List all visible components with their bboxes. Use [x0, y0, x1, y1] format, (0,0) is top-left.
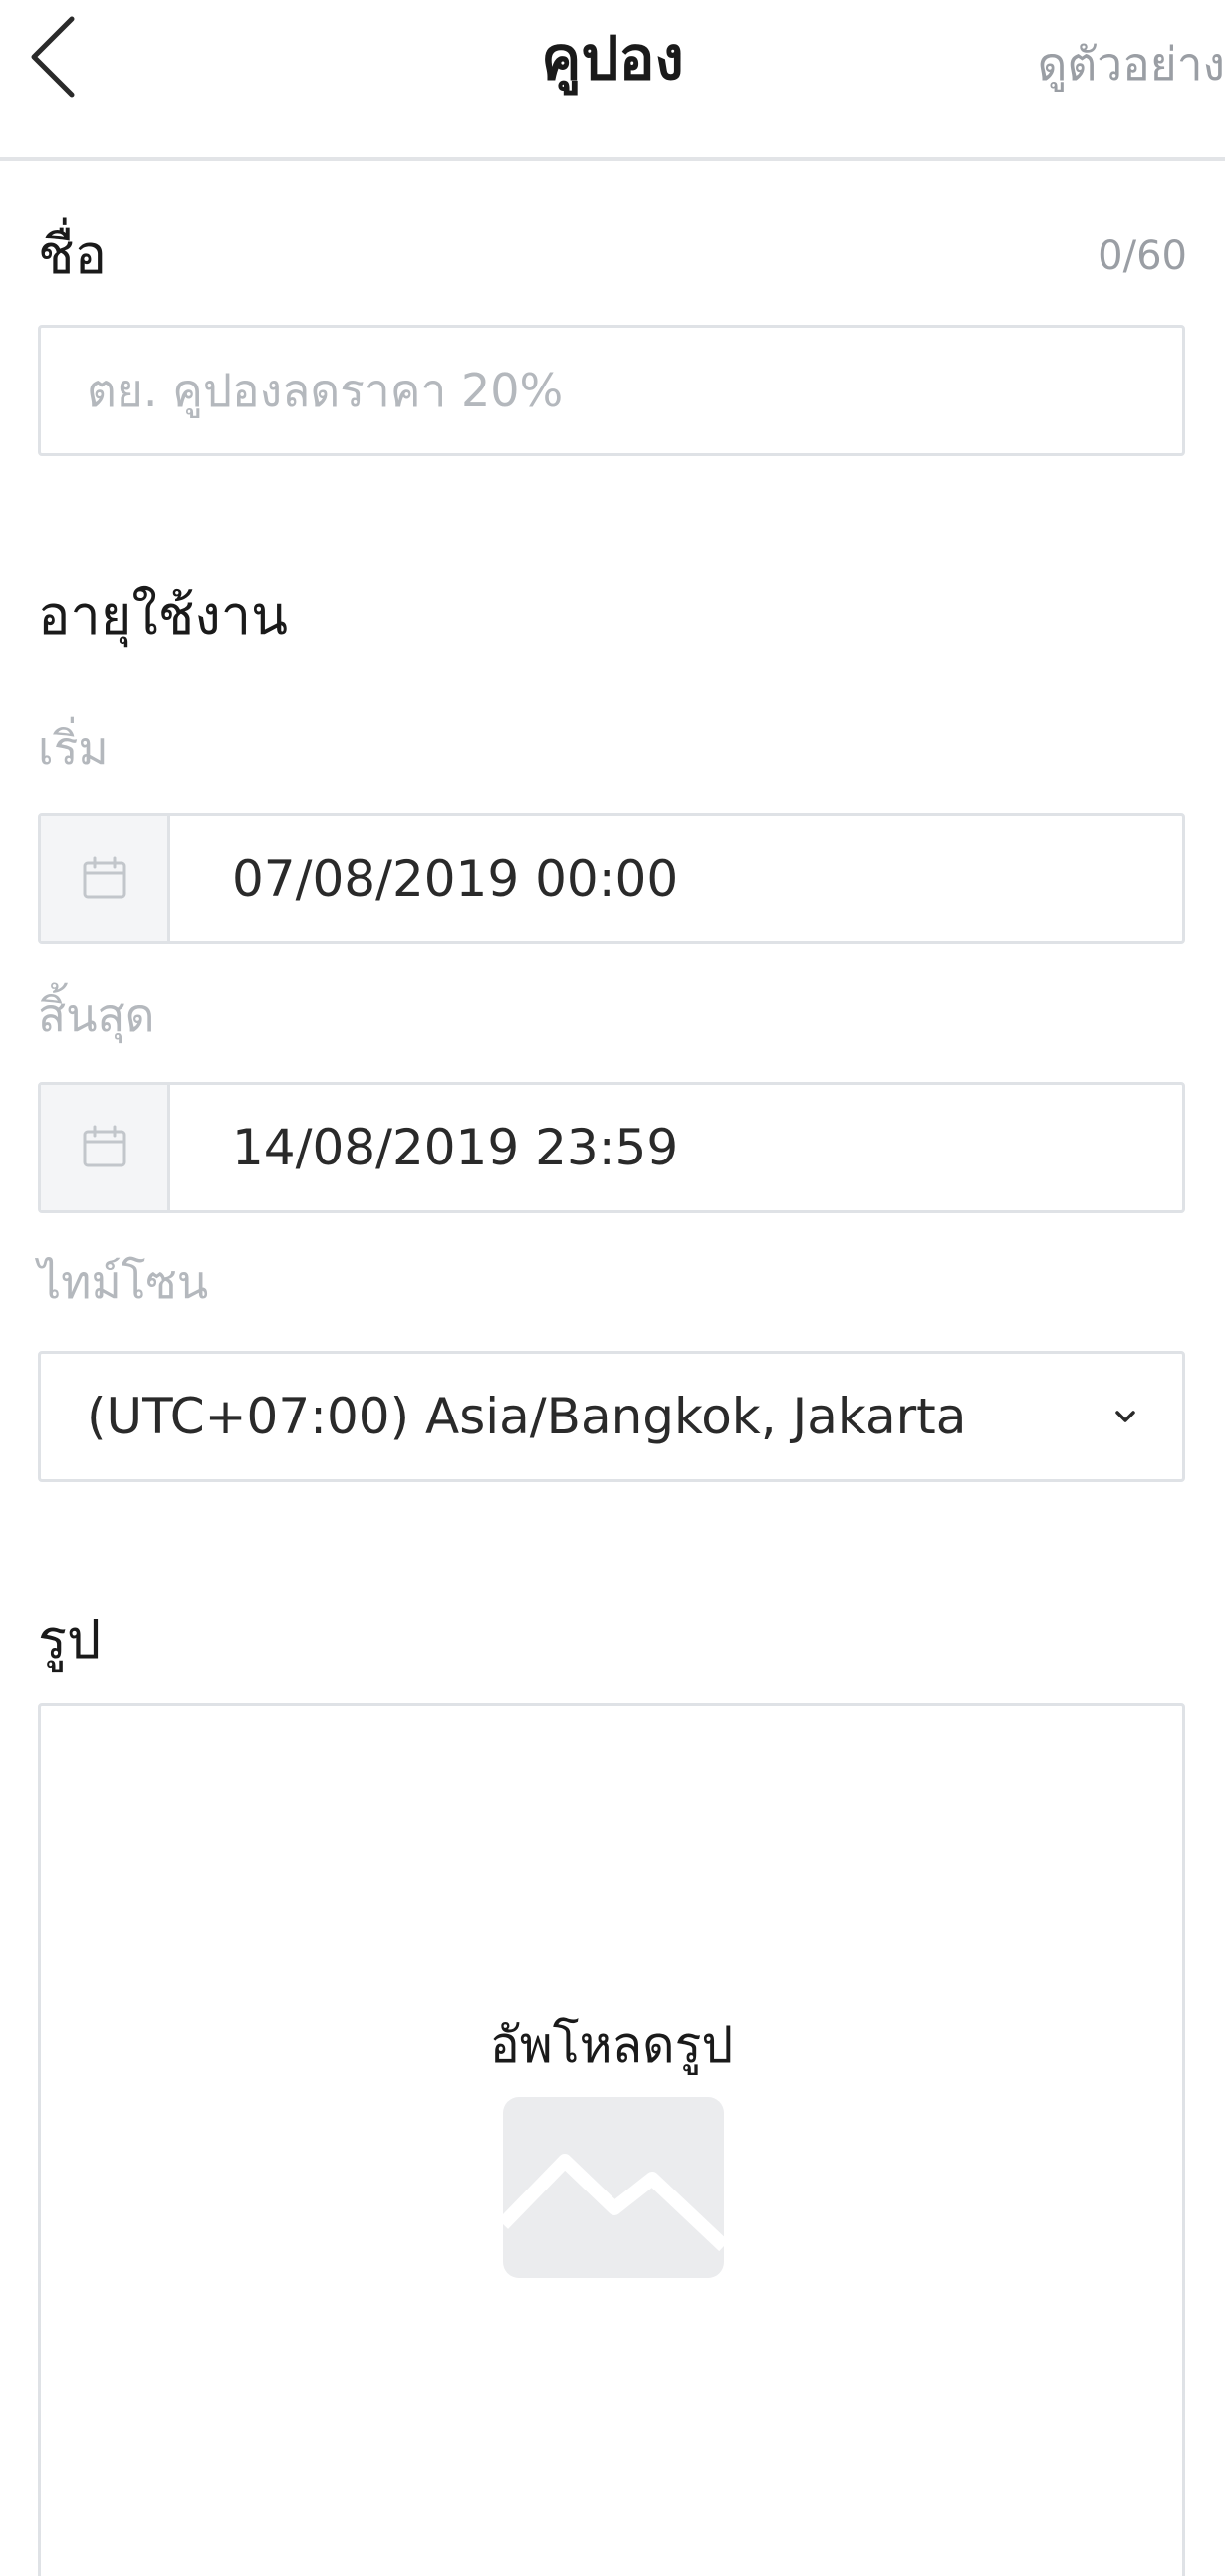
chevron-down-icon	[1115, 1411, 1135, 1422]
top-bar: คูปอง ดูตัวอย่าง	[0, 0, 1225, 161]
end-date-value: 14/08/2019 23:59	[232, 1119, 679, 1176]
calendar-icon	[83, 1125, 125, 1167]
start-date-value: 07/08/2019 00:00	[232, 850, 679, 907]
image-placeholder-icon	[503, 2097, 724, 2278]
end-date-icon-cell	[41, 1085, 170, 1210]
timezone-select[interactable]: (UTC+07:00) Asia/Bangkok, Jakarta	[38, 1351, 1185, 1482]
name-field-container	[38, 325, 1185, 456]
end-date-field[interactable]: 14/08/2019 23:59	[38, 1082, 1185, 1213]
timezone-value: (UTC+07:00) Asia/Bangkok, Jakarta	[87, 1388, 967, 1445]
end-label: สิ้นสุด	[38, 988, 155, 1042]
name-input[interactable]	[41, 328, 1182, 453]
upload-image-label: อัพโหลดรูป	[489, 2016, 734, 2074]
coupon-editor-page: คูปอง ดูตัวอย่าง ชื่อ 0/60 อายุใช้งาน เร…	[0, 0, 1225, 2576]
start-date-field[interactable]: 07/08/2019 00:00	[38, 813, 1185, 944]
preview-link[interactable]: ดูตัวอย่าง	[1038, 24, 1225, 104]
name-char-counter: 0/60	[1098, 233, 1187, 279]
start-date-icon-cell	[41, 816, 170, 941]
image-label: รูป	[38, 1608, 102, 1671]
validity-label: อายุใช้งาน	[38, 584, 289, 646]
timezone-label: ไทม์โซน	[38, 1255, 209, 1309]
start-label: เริ่ม	[38, 721, 109, 775]
image-upload-area[interactable]: อัพโหลดรูป	[38, 1703, 1185, 2576]
calendar-icon	[83, 856, 125, 899]
name-label: ชื่อ	[38, 223, 108, 286]
